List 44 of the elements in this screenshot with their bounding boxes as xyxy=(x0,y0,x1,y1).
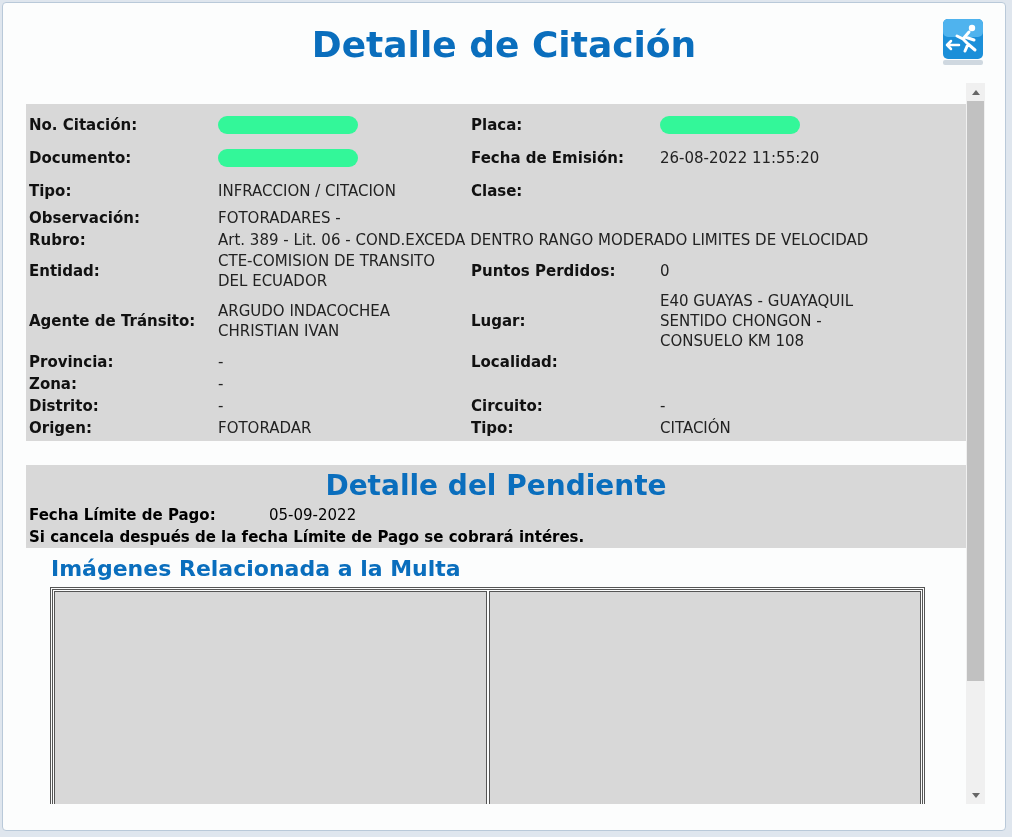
field-label: Tipo: xyxy=(29,181,72,200)
field-value: FOTORADAR xyxy=(218,418,312,438)
field-value: Art. 389 - Lit. 06 - COND.EXCEDA DENTRO RANGO MODERADO LIMITES DE VELOCIDAD xyxy=(218,230,869,250)
field-value: ARGUDO INDACOCHEA CHRISTIAN IVAN xyxy=(218,301,392,341)
field-value: FOTORADARES - xyxy=(218,208,341,228)
field-label: Documento: xyxy=(29,148,132,167)
field-value: 05-09-2022 xyxy=(269,506,357,524)
scroll-down-icon[interactable] xyxy=(971,792,980,798)
field-value: - xyxy=(218,374,224,394)
field-label: Agente de Tránsito: xyxy=(29,312,196,330)
field-label: No. Citación: xyxy=(29,115,138,134)
dialog-title: Detalle de Citación xyxy=(311,22,697,65)
field-value: INFRACCION / CITACION xyxy=(218,180,396,201)
field-label: Origen: xyxy=(29,419,92,437)
field-value: 26-08-2022 11:55:20 xyxy=(660,147,820,168)
field-label: Zona: xyxy=(29,375,77,393)
field-value: CTE-COMISION DE TRANSITO DEL ECUADOR xyxy=(218,251,437,291)
field-value: - xyxy=(660,396,666,416)
field-label: Clase: xyxy=(471,181,523,200)
field-value: 0 xyxy=(660,261,670,281)
field-label: Tipo: xyxy=(471,419,514,437)
payment-note: Si cancela después de la fecha Límite de Pago se cobrará intéres. xyxy=(29,528,586,546)
field-label: Placa: xyxy=(471,115,523,134)
field-label: Observación: xyxy=(29,209,140,227)
field-label: Distrito: xyxy=(29,397,99,415)
field-label: Circuito: xyxy=(471,397,543,415)
exit-icon[interactable] xyxy=(941,17,985,67)
field-label: Puntos Perdidos: xyxy=(471,262,616,280)
section-title: Imágenes Relacionada a la Multa xyxy=(51,556,462,581)
field-value: E40 GUAYAS - GUAYAQUIL SENTIDO CHONGON - CONSUELO KM 108 xyxy=(660,291,855,351)
field-value: CITACIÓN xyxy=(660,418,731,438)
scroll-up-icon[interactable] xyxy=(971,89,980,95)
field-label: Provincia: xyxy=(29,353,114,371)
field-label: Rubro: xyxy=(29,231,86,249)
field-label: Fecha de Emisión: xyxy=(471,148,624,167)
field-label: Localidad: xyxy=(471,353,558,371)
field-value: - xyxy=(218,396,224,416)
scroll-thumb[interactable] xyxy=(967,101,984,681)
field-label: Fecha Límite de Pago: xyxy=(29,506,217,524)
scrollbar[interactable] xyxy=(966,83,985,804)
section-title: Detalle del Pendiente xyxy=(324,469,668,502)
field-label: Entidad: xyxy=(29,262,100,280)
field-value: - xyxy=(218,352,224,372)
field-label: Lugar: xyxy=(471,312,526,330)
